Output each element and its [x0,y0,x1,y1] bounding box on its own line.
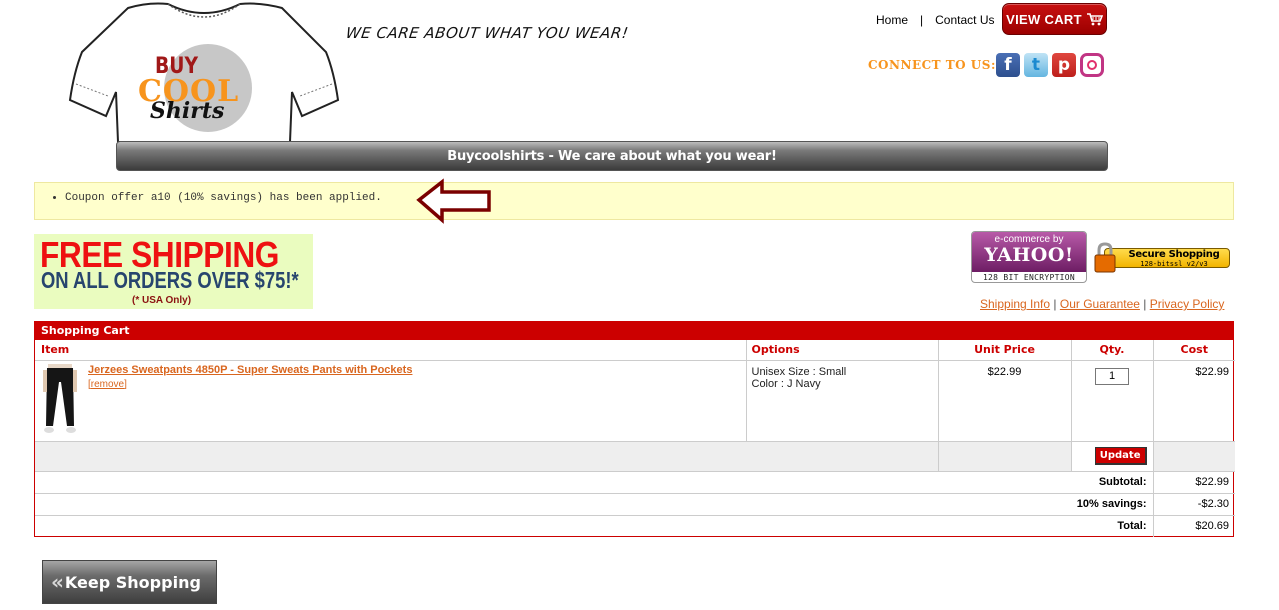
yahoo-badge-bottom: 128 BIT ENCRYPTION [982,273,1076,282]
quantity-input[interactable] [1095,367,1129,385]
col-options: Options [745,340,938,361]
subtotal-row: Subtotal: $22.99 [35,471,1235,494]
coupon-message: Coupon offer a10 (10% savings) has been … [65,192,382,204]
facebook-glyph: f [1004,55,1012,75]
link-separator: | [1053,297,1057,311]
yahoo-ecommerce-badge[interactable]: e-commerce by YAHOO! 128 BIT ENCRYPTION [971,231,1087,283]
instagram-lens [1087,60,1097,70]
instagram-icon[interactable] [1080,53,1104,77]
col-item: Item [35,340,746,361]
connect-label: CONNECT TO US: [868,58,996,72]
double-chevron-left-icon: « [51,570,64,594]
secure-title: Secure Shopping [1128,249,1220,260]
savings-row: 10% savings: -$2.30 [35,493,1235,516]
site-banner: Buycoolshirts - We care about what you w… [116,141,1108,171]
cart-title: Shopping Cart [35,321,1233,340]
savings-label: 10% savings: [35,493,1153,516]
cart-table: Item Options Unit Price Qty. Cost Jerzee… [35,340,1235,537]
pinterest-glyph: p [1057,55,1071,75]
view-cart-button[interactable]: VIEW CART [1002,3,1107,35]
yahoo-badge-brand: YAHOO! [984,244,1074,266]
social-links: f t p [996,53,1104,77]
subtotal-value: $22.99 [1152,471,1235,494]
keep-shopping-button[interactable]: « Keep Shopping [42,560,217,604]
unit-price: $22.99 [937,360,1071,442]
cart-icon [1086,12,1103,25]
nav-home-link[interactable]: Home [876,13,908,27]
top-nav: Home | Contact Us [876,13,995,27]
pinterest-icon[interactable]: p [1052,53,1076,77]
link-separator: | [1143,297,1147,311]
our-guarantee-link[interactable]: Our Guarantee [1060,297,1140,311]
remove-item-link[interactable]: [remove] [88,379,412,390]
product-thumbnail[interactable] [40,363,80,436]
free-shipping-subtitle: ON ALL ORDERS OVER $75!* [41,267,299,293]
twitter-icon[interactable]: t [1024,53,1048,77]
free-shipping-note: (* USA Only) [132,295,192,306]
shopping-cart: Shopping Cart Item Options Unit Price Qt… [34,321,1235,537]
left-arrow-icon [416,178,491,224]
nav-contact-link[interactable]: Contact Us [935,13,994,27]
total-value: $20.69 [1152,515,1235,537]
view-cart-label: VIEW CART [1006,11,1082,27]
savings-value: -$2.30 [1152,493,1235,516]
site-logo[interactable]: BUY COOL Shirts [68,0,340,143]
subtotal-label: Subtotal: [35,471,1153,494]
col-unit-price: Unit Price [937,340,1071,361]
product-name-link[interactable]: Jerzees Sweatpants 4850P - Super Sweats … [88,364,412,376]
total-label: Total: [1117,520,1147,533]
nav-separator: | [920,13,924,27]
option-color: Color : J Navy [751,377,821,390]
shipping-info-link[interactable]: Shipping Info [980,297,1050,311]
twitter-glyph: t [1031,55,1041,75]
tagline: WE CARE ABOUT WHAT YOU WEAR! [344,24,630,42]
policy-links: Shipping Info | Our Guarantee | Privacy … [980,297,1224,311]
secure-subtitle: 128-bitssl v2/v3 [1140,260,1208,268]
total-row: Total: $20.69 [35,515,1235,537]
option-size: Unisex Size : Small [751,365,847,378]
keep-shopping-label: Keep Shopping [64,572,201,592]
update-button[interactable]: Update [1094,447,1147,465]
item-cost: $22.99 [1152,360,1235,442]
col-cost: Cost [1152,340,1235,361]
coupon-notice: Coupon offer a10 (10% savings) has been … [34,182,1234,220]
padlock-icon [1094,242,1116,273]
privacy-policy-link[interactable]: Privacy Policy [1150,297,1225,311]
facebook-icon[interactable]: f [996,53,1020,77]
logo-shirts: Shirts [150,98,225,124]
secure-shopping-badge[interactable]: Secure Shopping 128-bitssl v2/v3 [1094,242,1231,273]
cart-item-row: Jerzees Sweatpants 4850P - Super Sweats … [35,360,1235,442]
update-row: Update [35,441,1235,472]
free-shipping-banner[interactable]: FREE SHIPPING ON ALL ORDERS OVER $75!* (… [34,234,313,309]
cart-header-row: Item Options Unit Price Qty. Cost [35,340,1235,361]
col-qty: Qty. [1070,340,1153,361]
